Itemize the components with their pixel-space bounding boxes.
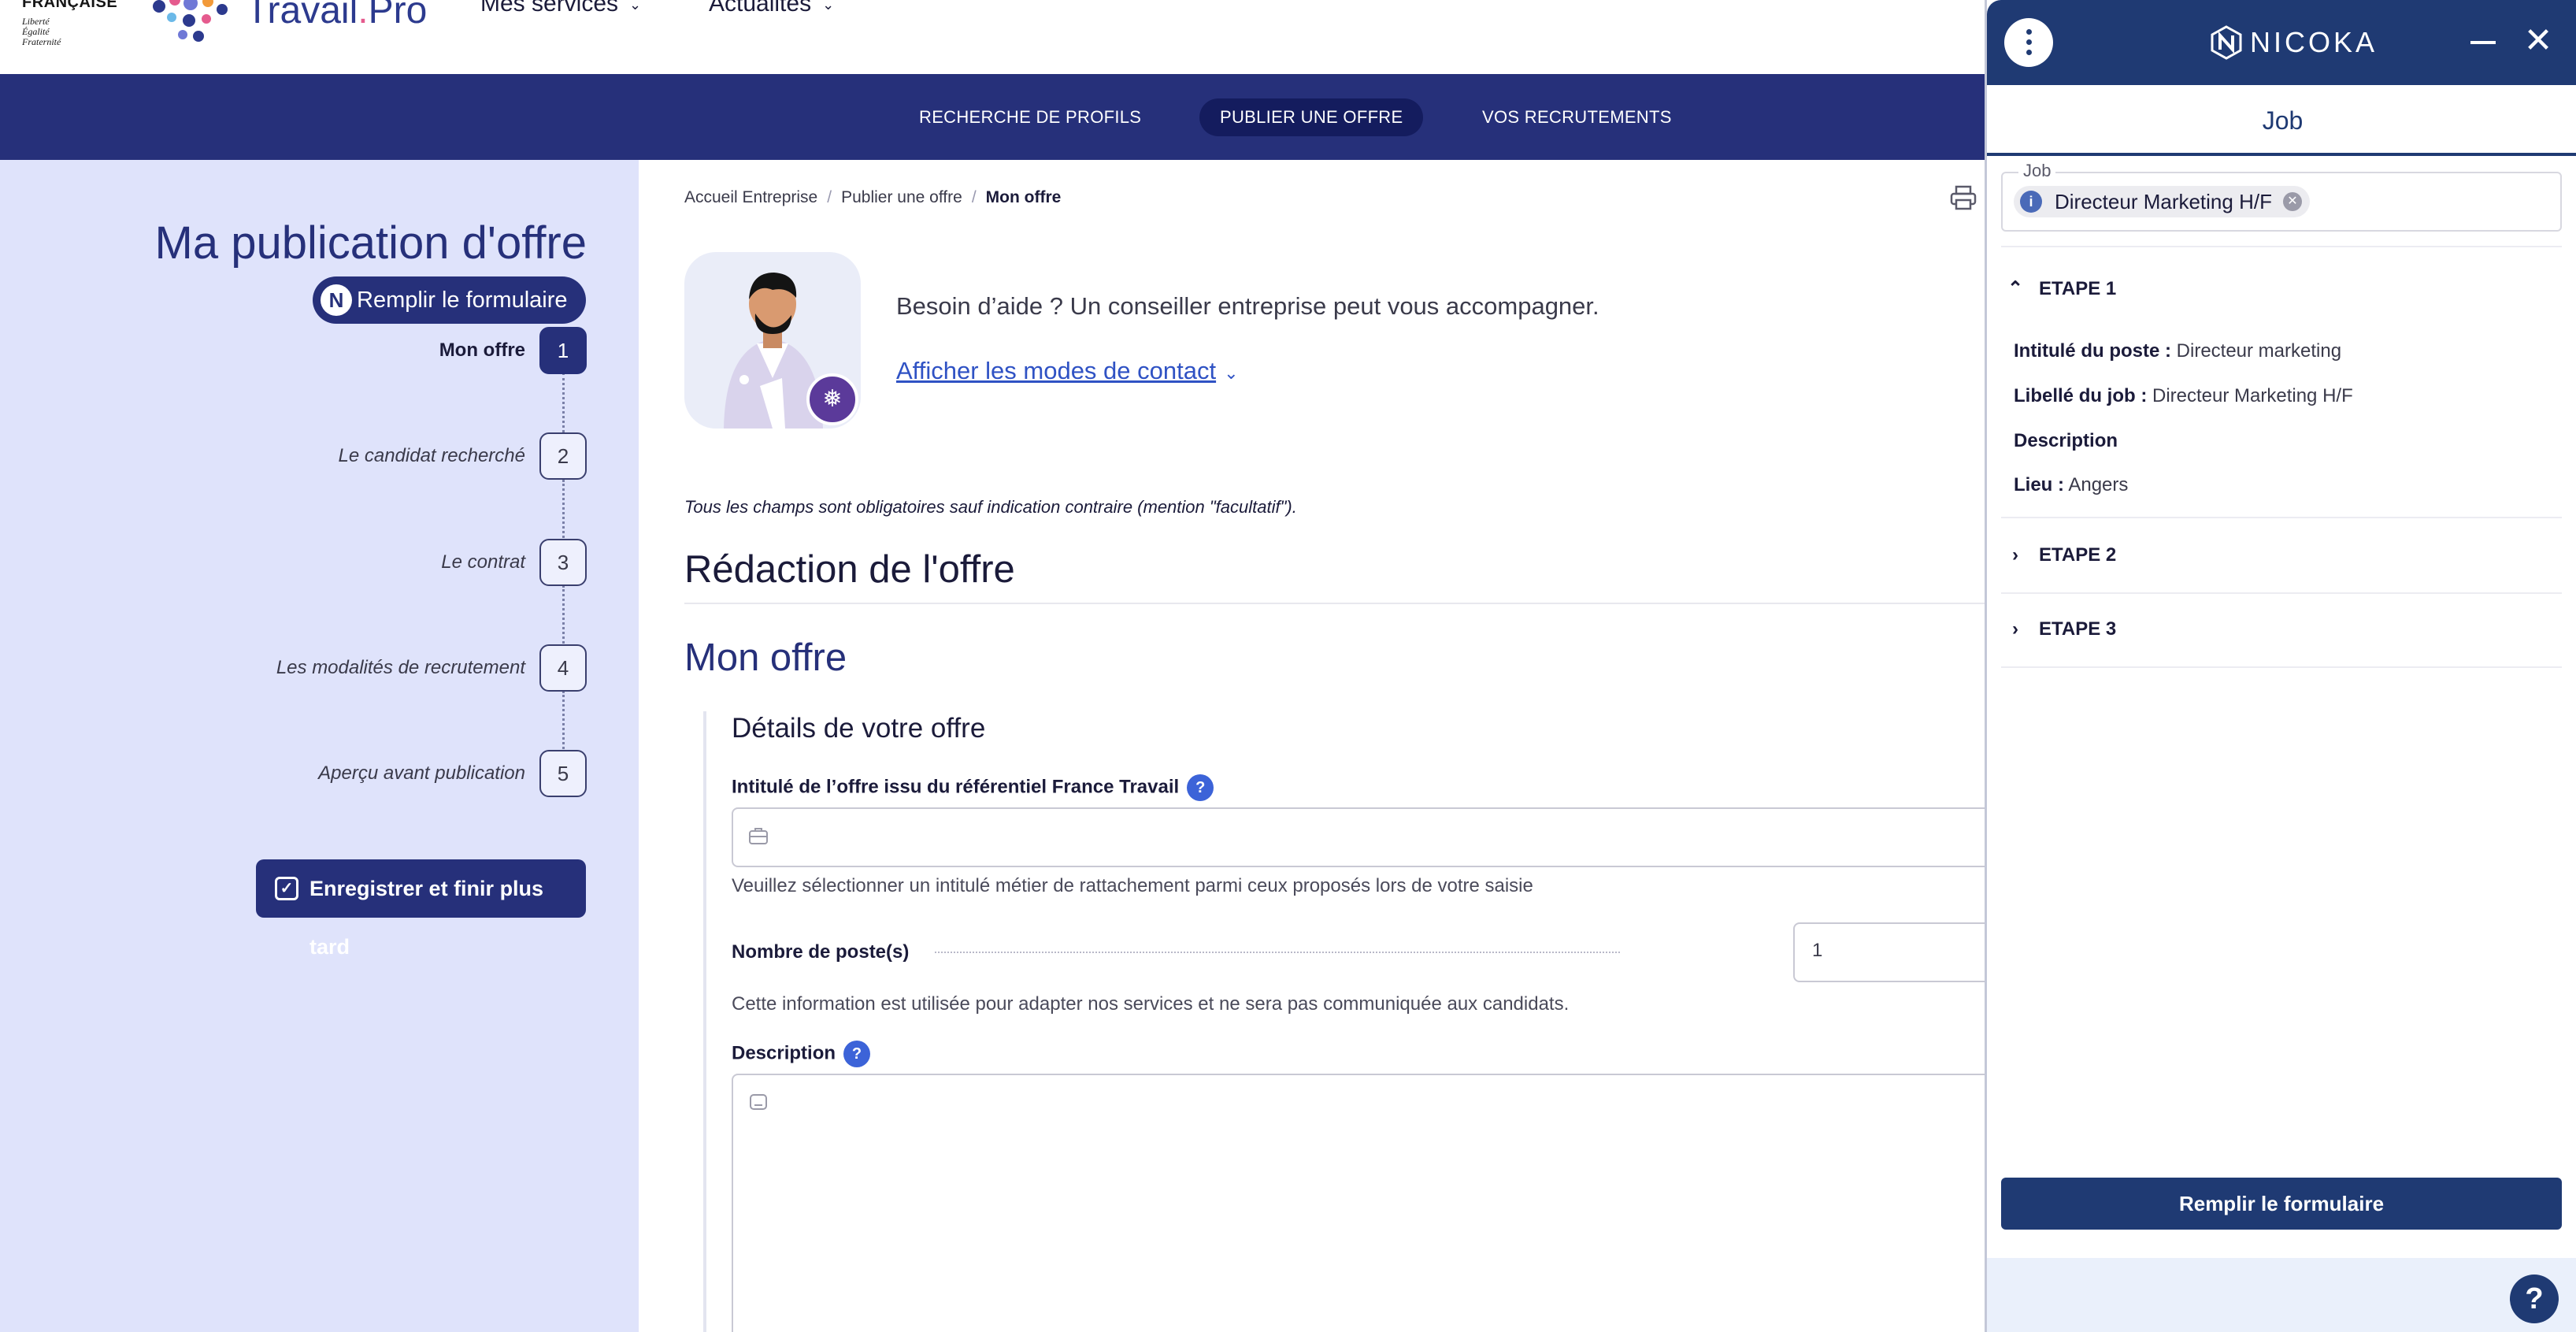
etape-2-toggle[interactable]: › ETAPE 2 — [2001, 540, 2116, 571]
chevron-right-icon: › — [2012, 544, 2018, 566]
job-field-label: Job — [2018, 161, 2056, 181]
breadcrumb-current: Mon offre — [985, 188, 1062, 206]
help-icon[interactable]: ? — [843, 1041, 871, 1067]
divider — [2001, 666, 2562, 668]
menu-mes-services[interactable]: Mes services ⌄ — [480, 0, 641, 17]
nav-vos-recrutements[interactable]: VOS RECRUTEMENTS — [1462, 98, 1692, 136]
chevron-up-icon: ⌃ — [2007, 278, 2024, 299]
menu-actualites[interactable]: Actualités ⌄ — [709, 0, 834, 17]
help-icon[interactable]: ? — [1187, 774, 1214, 801]
comment-icon — [750, 1094, 767, 1110]
breadcrumb-accueil[interactable]: Accueil Entreprise — [684, 188, 817, 206]
tab-job[interactable]: Job — [1987, 85, 2576, 156]
divider — [2001, 517, 2562, 518]
panel-header: NICOKA ✕ — [1987, 0, 2576, 85]
step-candidat-recherche[interactable]: Le candidat recherché 2 — [339, 432, 587, 480]
chevron-right-icon: › — [2012, 618, 2018, 640]
main-navbar: RECHERCHE DE PROFILS PUBLIER UNE OFFRE V… — [0, 74, 1985, 160]
nav-publier-offre[interactable]: PUBLIER UNE OFFRE — [1199, 98, 1424, 136]
dotted-leader — [935, 952, 1620, 953]
postes-hint: Cette information est utilisée pour adap… — [732, 993, 1570, 1015]
postes-input[interactable]: 1 — [1793, 922, 2006, 982]
briefcase-icon — [749, 828, 768, 844]
mandatory-fields-note: Tous les champs sont obligatoires sauf i… — [684, 497, 1297, 517]
step-connector — [562, 585, 565, 644]
panel-footer: ? — [1987, 1258, 2576, 1332]
description-textarea[interactable] — [732, 1074, 2007, 1332]
step-modalites-recrutement[interactable]: Les modalités de recrutement 4 — [276, 644, 587, 692]
nicoka-icon: N — [321, 284, 352, 316]
postes-label: Nombre de poste(s) — [732, 941, 910, 963]
step-connector — [562, 373, 565, 432]
show-contact-modes-link[interactable]: Afficher les modes de contact ⌄ — [896, 357, 1239, 385]
chevron-down-icon: ⌄ — [822, 0, 835, 13]
step-connector — [562, 691, 565, 749]
minimize-icon[interactable] — [2470, 41, 2496, 44]
help-icon[interactable]: ? — [2510, 1274, 2559, 1323]
site-header: FRANÇAISE Liberté Égalité Fraternité Tra… — [0, 0, 1985, 74]
detail-intitule: Intitulé du poste : Directeur marketing — [2014, 340, 2342, 362]
page-title: Ma publication d'offre — [154, 217, 587, 269]
intitule-input[interactable] — [732, 807, 2007, 867]
breadcrumb: Accueil Entreprise / Publier une offre / Mon… — [684, 188, 1062, 206]
divider — [2001, 592, 2562, 594]
republic-motto: Liberté Égalité Fraternité — [22, 16, 61, 47]
nicoka-n-icon — [2211, 25, 2242, 60]
job-chip[interactable]: i Directeur Marketing H/F ✕ — [2014, 186, 2310, 217]
breadcrumb-publier[interactable]: Publier une offre — [841, 188, 962, 206]
detail-description: Description — [2014, 430, 2118, 451]
etape-1-toggle[interactable]: ⌃ ETAPE 1 — [2001, 273, 2116, 305]
nav-recherche-profils[interactable]: RECHERCHE DE PROFILS — [899, 98, 1162, 136]
remove-chip-icon[interactable]: ✕ — [2282, 192, 2302, 211]
nicoka-fill-form-button[interactable]: N Remplir le formulaire — [313, 276, 586, 324]
panel-fill-form-button[interactable]: Remplir le formulaire — [2001, 1178, 2562, 1230]
job-select-field[interactable]: Job i Directeur Marketing H/F ✕ — [2001, 161, 2562, 232]
advisor-badge-icon: ❅ — [806, 373, 858, 425]
details-left-rule — [703, 711, 706, 1332]
close-icon[interactable]: ✕ — [2522, 24, 2554, 58]
info-icon: i — [2020, 191, 2042, 213]
step-contrat[interactable]: Le contrat 3 — [441, 539, 587, 586]
step-mon-offre[interactable]: Mon offre 1 — [439, 327, 587, 374]
republique-francaise-logo[interactable]: FRANÇAISE Liberté Égalité Fraternité — [22, 0, 124, 47]
republic-label: FRANÇAISE — [22, 0, 118, 11]
etape-3-toggle[interactable]: › ETAPE 3 — [2001, 614, 2116, 645]
details-title: Détails de votre offre — [732, 713, 986, 744]
nicoka-side-panel: NICOKA ✕ Job Job i Directeur Marketing H… — [1985, 0, 2576, 1332]
travail-pro-logo-dots — [153, 0, 228, 42]
checkbox-icon: ✓ — [275, 877, 298, 900]
section-title: Rédaction de l'offre — [684, 548, 1015, 591]
travail-pro-logo-text[interactable]: Travail.Pro — [246, 0, 427, 32]
main-content: Accueil Entreprise / Publier une offre / Mon… — [639, 160, 2007, 1332]
chevron-down-icon: ⌄ — [1224, 363, 1239, 383]
help-text: Besoin d’aide ? Un conseiller entreprise… — [896, 292, 1599, 320]
nicoka-logo: NICOKA — [2209, 24, 2378, 61]
divider — [2001, 246, 2562, 247]
steps-sidebar: Ma publication d'offre N Remplir le form… — [0, 160, 639, 1332]
description-label: Description? — [732, 1041, 871, 1067]
divider — [684, 603, 1985, 604]
detail-libelle: Libellé du job : Directeur Marketing H/F — [2014, 385, 2353, 406]
chevron-down-icon: ⌄ — [629, 0, 642, 13]
step-connector — [562, 480, 565, 538]
save-and-finish-later-button[interactable]: ✓ Enregistrer et finir plus tard — [256, 859, 586, 959]
intitule-label: Intitulé de l’offre issu du référentiel … — [732, 774, 1214, 801]
detail-lieu: Lieu : Angers — [2014, 474, 2129, 495]
step-apercu[interactable]: Aperçu avant publication 5 — [318, 750, 587, 797]
more-options-icon[interactable] — [2004, 18, 2053, 67]
intitule-hint: Veuillez sélectionner un intitulé métier… — [732, 875, 1533, 896]
print-icon[interactable] — [1949, 184, 1977, 212]
subsection-title: Mon offre — [684, 636, 847, 679]
